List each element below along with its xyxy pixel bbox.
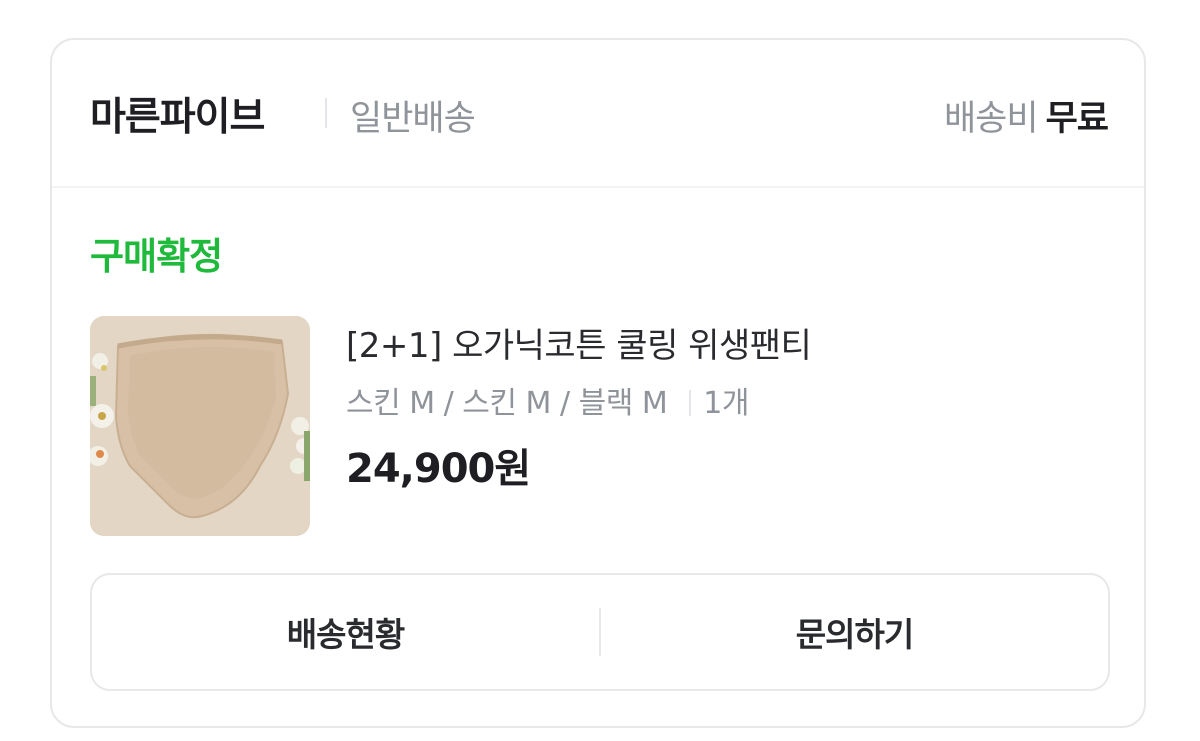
shipping-fee-value: 무료 bbox=[1045, 99, 1109, 139]
order-status: 구매확정 bbox=[90, 235, 223, 278]
quantity-divider bbox=[689, 390, 692, 416]
seller-name[interactable]: 마른파이브 bbox=[90, 86, 265, 142]
product-thumbnail[interactable] bbox=[90, 316, 310, 536]
product-name[interactable]: [2+1] 오가닉코튼 쿨링 위생팬티 bbox=[346, 318, 812, 367]
shipping-type: 일반배송 bbox=[350, 99, 476, 139]
header-divider bbox=[325, 98, 327, 128]
product-price: 24,900원 bbox=[346, 446, 531, 492]
quantity: 1개 bbox=[703, 386, 749, 421]
option-values: 스킨 M / 스킨 M / 블랙 M bbox=[346, 386, 668, 421]
shipping-fee: 배송비 무료 bbox=[943, 90, 1109, 141]
order-header: 마른파이브 일반배송 배송비 무료 bbox=[52, 40, 1144, 188]
inquiry-button[interactable]: 문의하기 bbox=[601, 575, 1108, 689]
action-bar: 배송현황 문의하기 bbox=[90, 573, 1110, 691]
product-options: 스킨 M / 스킨 M / 블랙 M 1개 bbox=[346, 378, 749, 422]
shipping-fee-label: 배송비 bbox=[943, 99, 1039, 139]
order-card: 마른파이브 일반배송 배송비 무료 구매확정 [2+1] 오가닉코튼 쿨링 위생… bbox=[50, 38, 1146, 728]
tracking-button[interactable]: 배송현황 bbox=[92, 575, 599, 689]
